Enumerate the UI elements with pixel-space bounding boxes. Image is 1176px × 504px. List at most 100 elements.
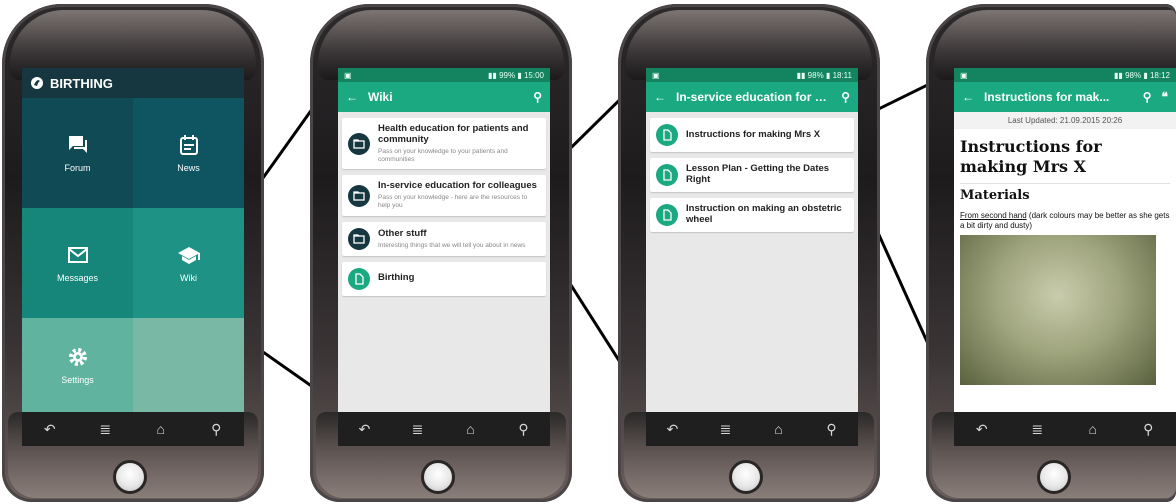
back-icon[interactable]: ↶ <box>350 421 380 438</box>
folder-icon <box>348 227 370 250</box>
battery-icon: ▮ <box>1143 70 1148 80</box>
status-bar: ▣ ▮▮ 98% ▮ 18:12 <box>954 68 1176 82</box>
tile-empty <box>133 318 244 412</box>
tile-forum[interactable]: Forum <box>22 98 133 208</box>
quote-icon[interactable]: ❝ <box>1162 90 1168 104</box>
list-item[interactable]: In-service education for colleagues Pass … <box>342 175 546 216</box>
home-tile-grid: Forum News Messages Wiki Settings <box>22 98 244 412</box>
tile-messages[interactable]: Messages <box>22 208 133 318</box>
app-header: BIRTHING <box>22 68 244 98</box>
notification-icon: ▣ <box>344 70 352 80</box>
menu-icon[interactable]: ≣ <box>403 421 433 438</box>
back-arrow-icon[interactable]: ← <box>962 90 974 104</box>
item-title: Instructions for making Mrs X <box>686 128 821 140</box>
tile-wiki[interactable]: Wiki <box>133 208 244 318</box>
wiki-icon <box>177 247 200 264</box>
notification-icon: ▣ <box>960 70 968 80</box>
tile-news[interactable]: News <box>133 98 244 208</box>
wiki-screen: ▣ ▮▮ 99% ▮ 15:00 ← Wiki ⚲ Health educati… <box>338 68 550 412</box>
list-item[interactable]: Instruction on making an obstetric wheel <box>650 198 854 232</box>
wiki-list: Health education for patients and commun… <box>338 112 550 308</box>
folder-icon <box>348 132 370 155</box>
article-link[interactable]: From second hand <box>960 211 1027 220</box>
search-icon[interactable]: ⚲ <box>201 421 231 438</box>
page-title: In-service education for c... <box>676 90 832 104</box>
article-paragraph: From second hand (dark colours may be be… <box>960 211 1170 231</box>
article-image <box>960 235 1156 385</box>
back-icon[interactable]: ↶ <box>35 421 65 438</box>
trackball-button[interactable] <box>729 460 763 494</box>
document-icon <box>656 124 678 146</box>
article-screen: ▣ ▮▮ 98% ▮ 18:12 ← Instructions for mak.… <box>954 68 1176 412</box>
signal-icon: ▮▮ <box>796 70 806 80</box>
list-item[interactable]: Instructions for making Mrs X <box>650 118 854 152</box>
battery-icon: ▮ <box>825 70 831 80</box>
tile-label: Wiki <box>180 273 197 283</box>
news-icon <box>179 135 198 155</box>
trackball-button[interactable] <box>421 460 455 494</box>
android-nav-bar: ↶ ≣ ⌂ ⚲ <box>954 412 1176 446</box>
menu-icon[interactable]: ≣ <box>711 421 741 438</box>
home-icon[interactable]: ⌂ <box>764 421 794 437</box>
trackball-button[interactable] <box>1037 460 1071 494</box>
folder-icon <box>348 184 370 207</box>
document-icon <box>656 164 678 186</box>
tile-label: Settings <box>61 375 94 385</box>
inservice-screen: ▣ ▮▮ 98% ▮ 18:11 ← In-service education … <box>646 68 858 412</box>
item-title: In-service education for colleagues <box>378 180 537 192</box>
back-icon[interactable]: ↶ <box>967 421 997 438</box>
toolbar: ← Wiki ⚲ <box>338 82 550 112</box>
tile-settings[interactable]: Settings <box>22 318 133 412</box>
document-icon <box>656 204 678 226</box>
list-item[interactable]: Other stuff Interesting things that we wi… <box>342 221 546 256</box>
article-heading: Instructions for making Mrs X <box>960 137 1102 176</box>
android-nav-bar: ↶ ≣ ⌂ ⚲ <box>22 412 244 446</box>
document-icon <box>348 267 370 290</box>
menu-icon[interactable]: ≣ <box>90 421 120 438</box>
page-title: Instructions for mak... <box>984 90 1110 104</box>
search-icon[interactable]: ⚲ <box>1133 421 1163 438</box>
tile-label: Forum <box>64 163 91 173</box>
list-item[interactable]: Lesson Plan - Getting the Dates Right <box>650 158 854 192</box>
search-icon[interactable]: ⚲ <box>817 421 847 438</box>
signal-icon: ▮▮ <box>488 70 497 80</box>
signal-icon: ▮▮ <box>1114 70 1123 80</box>
list-item[interactable]: Birthing <box>342 261 546 296</box>
page-title: Wiki <box>368 90 393 104</box>
back-arrow-icon[interactable]: ← <box>654 90 666 104</box>
item-title: Lesson Plan - Getting the Dates Right <box>686 163 830 185</box>
home-icon[interactable]: ⌂ <box>1078 421 1108 437</box>
phone-inservice: ▣ ▮▮ 98% ▮ 18:11 ← In-service education … <box>618 4 880 502</box>
article-subheading: Materials <box>960 183 1170 203</box>
back-icon[interactable]: ↶ <box>658 421 688 438</box>
toolbar: ← Instructions for mak... ⚲ ❝ <box>954 82 1176 112</box>
menu-icon[interactable]: ≣ <box>1022 421 1052 438</box>
list-item[interactable]: Health education for patients and commun… <box>342 118 546 170</box>
app-title: BIRTHING <box>50 75 113 91</box>
tile-label: News <box>177 163 200 173</box>
status-bar: ▣ ▮▮ 98% ▮ 18:11 <box>646 68 858 82</box>
home-icon[interactable]: ⌂ <box>456 421 486 437</box>
phone-home: BIRTHING Forum News Messages Wiki Settin… <box>2 4 264 502</box>
status-time: 18:12 <box>1149 70 1170 80</box>
status-time: 18:11 <box>832 70 852 80</box>
settings-icon <box>68 348 87 366</box>
search-icon[interactable]: ⚲ <box>841 90 850 104</box>
status-bar: ▣ ▮▮ 99% ▮ 15:00 <box>338 68 550 82</box>
battery-level: 99% <box>499 70 516 80</box>
android-nav-bar: ↶ ≣ ⌂ ⚲ <box>338 412 550 446</box>
home-icon[interactable]: ⌂ <box>146 421 176 437</box>
search-icon[interactable]: ⚲ <box>1143 90 1152 104</box>
phone-article: ▣ ▮▮ 98% ▮ 18:12 ← Instructions for mak.… <box>926 4 1176 502</box>
trackball-button[interactable] <box>113 460 147 494</box>
last-updated: Last Updated: 21.09.2015 20:26 <box>954 112 1176 129</box>
inservice-list: Instructions for making Mrs X Lesson Pla… <box>646 112 858 244</box>
item-title: Health education for patients and commun… <box>378 123 529 145</box>
search-icon[interactable]: ⚲ <box>533 90 542 104</box>
back-arrow-icon[interactable]: ← <box>346 90 358 104</box>
messages-icon <box>67 247 88 263</box>
toolbar: ← In-service education for c... ⚲ <box>646 82 858 112</box>
search-icon[interactable]: ⚲ <box>509 421 539 438</box>
item-title: Other stuff <box>378 227 427 239</box>
battery-icon: ▮ <box>517 70 522 80</box>
